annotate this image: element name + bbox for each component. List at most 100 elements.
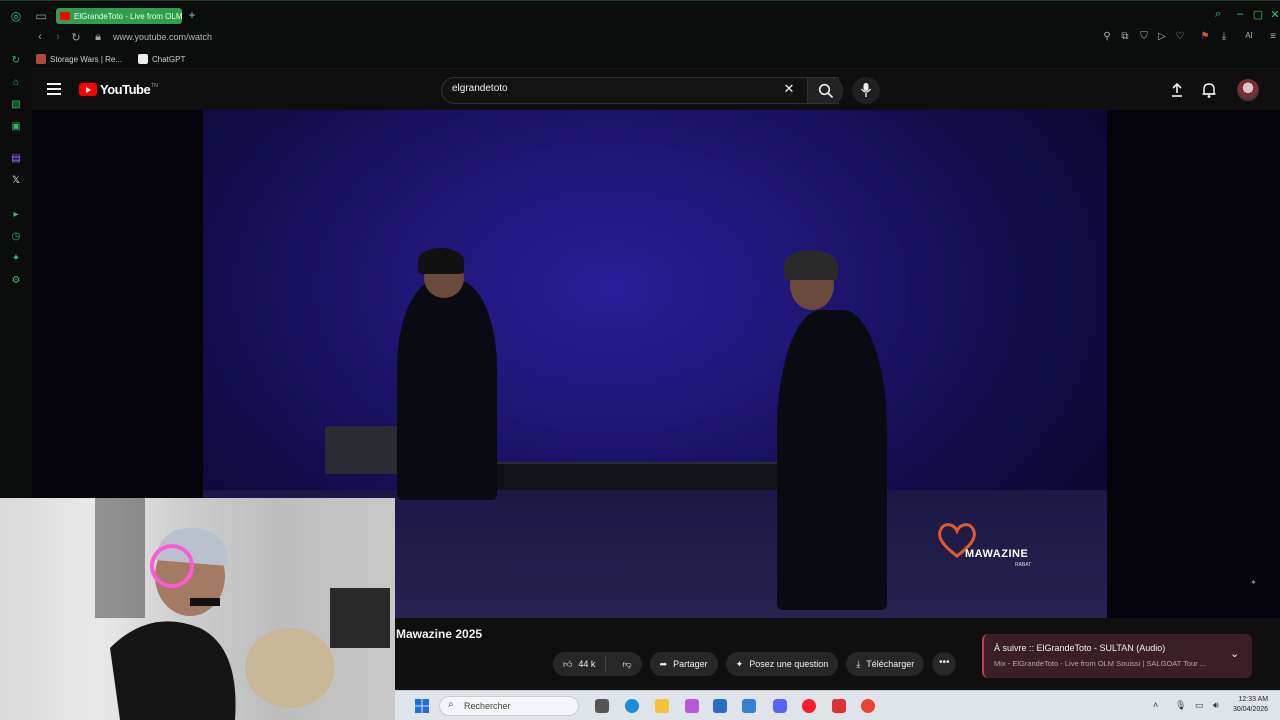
new-tab-button[interactable]: + bbox=[186, 8, 198, 22]
download-label: Télécharger bbox=[866, 659, 915, 669]
extension-icon[interactable]: ⚑ bbox=[1198, 31, 1212, 42]
outlook-icon[interactable] bbox=[742, 699, 756, 713]
region-code: TN bbox=[151, 82, 158, 89]
voice-search-button[interactable] bbox=[852, 77, 880, 104]
tray-chevron-icon[interactable]: ˄ bbox=[1153, 700, 1158, 710]
browser-tab-bar: ◎ ▭ ElGrandeToto - Live from OLM + ⌕ – ▢… bbox=[0, 0, 1280, 30]
up-next-title: À suivre :: ElGrandeToto - SULTAN (Audio… bbox=[994, 643, 1166, 653]
upload-icon[interactable] bbox=[1168, 81, 1186, 99]
reload-icon[interactable]: ↻ bbox=[69, 31, 83, 44]
thumbs-down-icon: 👎︎ bbox=[622, 658, 632, 669]
search-box[interactable] bbox=[441, 77, 839, 104]
workspaces-icon[interactable]: ▭ bbox=[34, 9, 48, 23]
chevron-down-icon[interactable]: ⌄ bbox=[1230, 647, 1239, 660]
dj-left-cap bbox=[418, 248, 464, 274]
close-window-icon[interactable]: ✕ bbox=[1268, 8, 1280, 21]
ask-question-button[interactable]: ✦ Posez une question bbox=[725, 652, 839, 676]
search-button[interactable] bbox=[807, 77, 843, 104]
address-bar-row: ‹ › ↻ 🔒︎ www.youtube.com/watch ⚲ ⧉ ⛉ ▷ ♡… bbox=[0, 28, 1280, 48]
back-icon[interactable]: ‹ bbox=[33, 31, 47, 43]
play-panel-icon[interactable]: ▸ bbox=[9, 208, 23, 222]
thumbs-up-icon: 👍︎ bbox=[563, 658, 573, 669]
mic-tray-icon[interactable]: 🎙︎ bbox=[1175, 700, 1186, 711]
download-arrow-icon: ⤓ bbox=[856, 658, 861, 669]
bookmark-storage-wars[interactable]: Storage Wars | Re... bbox=[36, 54, 122, 64]
twitch-icon[interactable]: ▤ bbox=[9, 152, 23, 166]
notifications-icon[interactable] bbox=[1200, 81, 1218, 99]
share-label: Partager bbox=[673, 659, 708, 669]
clear-search-icon[interactable]: ✕ bbox=[782, 80, 796, 98]
sparkle-icon: ✦ bbox=[735, 658, 744, 669]
messenger-icon[interactable]: ▣ bbox=[9, 120, 23, 134]
task-view-icon[interactable] bbox=[595, 699, 609, 713]
bookmark-chatgpt[interactable]: ChatGPT bbox=[138, 54, 185, 64]
download-button[interactable]: ⤓ Télécharger bbox=[846, 652, 925, 676]
clock[interactable]: 12:33 AM 30/04/2026 bbox=[1233, 695, 1268, 715]
screenshot-icon[interactable]: ⧉ bbox=[1118, 31, 1132, 42]
channel-watermark[interactable]: ✦ bbox=[1250, 578, 1257, 587]
history-icon[interactable]: ◷ bbox=[9, 230, 23, 244]
browser-logo-icon[interactable]: ◎ bbox=[9, 9, 23, 23]
bookmark-label: Storage Wars | Re... bbox=[50, 54, 123, 64]
player-icon[interactable]: ▷ bbox=[1155, 31, 1169, 42]
opera-icon[interactable] bbox=[802, 699, 816, 713]
x-icon[interactable]: 𝕏 bbox=[9, 174, 23, 188]
youtube-logo[interactable]: YouTube TN bbox=[79, 82, 158, 97]
mic-icon bbox=[860, 83, 872, 97]
taskbar-search[interactable]: ⌕ Rechercher bbox=[439, 696, 579, 716]
chrome-icon[interactable] bbox=[861, 699, 875, 713]
search-input[interactable] bbox=[452, 83, 772, 94]
download-icon[interactable]: ⤓ bbox=[1217, 31, 1231, 42]
windows-start-icon[interactable] bbox=[415, 699, 429, 713]
pin-icon[interactable]: ⚲ bbox=[1100, 31, 1114, 42]
mawazine-city: RABAT bbox=[1015, 562, 1032, 568]
minimize-icon[interactable]: – bbox=[1233, 8, 1247, 20]
bookmark-favicon-icon bbox=[36, 54, 46, 64]
screen: ◎ ▭ ElGrandeToto - Live from OLM + ⌕ – ▢… bbox=[0, 0, 1280, 720]
search-icon bbox=[818, 83, 834, 99]
windows-taskbar: ⌕ Rechercher ˄ 🎙︎ ▭ 🔊︎ 12:33 AM 30/04/20… bbox=[395, 690, 1280, 720]
dj-left bbox=[397, 280, 497, 500]
guide-menu-icon[interactable] bbox=[47, 83, 61, 95]
volume-icon[interactable]: 🔊︎ bbox=[1213, 700, 1219, 711]
maximize-icon[interactable]: ▢ bbox=[1251, 8, 1265, 21]
tab-youtube[interactable]: ElGrandeToto - Live from OLM bbox=[56, 8, 182, 24]
lock-icon: 🔒︎ bbox=[95, 31, 101, 43]
settings-icon[interactable]: ⚙ bbox=[9, 274, 23, 288]
more-actions-icon[interactable]: ••• bbox=[932, 652, 957, 676]
edge-icon[interactable] bbox=[625, 699, 639, 713]
taskbar-search-icon: ⌕ bbox=[448, 699, 454, 710]
copilot-icon[interactable] bbox=[685, 699, 699, 713]
gamepad-icon[interactable]: ▧ bbox=[9, 98, 23, 112]
network-icon[interactable]: ▭ bbox=[1195, 700, 1204, 711]
discord-icon[interactable] bbox=[773, 699, 787, 713]
like-count: 44 k bbox=[578, 659, 596, 669]
dj-right bbox=[777, 310, 887, 610]
mawazine-logo: MAWAZINE RABAT bbox=[937, 522, 1047, 572]
like-dislike-group: 👍︎ 44 k 👎︎ bbox=[553, 652, 642, 676]
extensions-icon[interactable]: ✦ bbox=[9, 252, 23, 266]
app-icon[interactable] bbox=[832, 699, 846, 713]
store-icon[interactable] bbox=[713, 699, 727, 713]
ask-label: Posez une question bbox=[749, 659, 829, 669]
address-input[interactable]: www.youtube.com/watch bbox=[113, 32, 212, 42]
share-button[interactable]: ➦ Partager bbox=[649, 652, 718, 676]
dislike-button[interactable]: 👎︎ bbox=[612, 659, 641, 670]
bot-icon[interactable]: ⌂ bbox=[9, 76, 23, 90]
youtube-favicon-icon bbox=[60, 12, 70, 20]
like-button[interactable]: 👍︎ 44 k bbox=[553, 656, 607, 672]
search-tabs-icon[interactable]: ⌕ bbox=[1211, 8, 1225, 21]
chatgpt-icon bbox=[138, 54, 148, 64]
up-next-card[interactable]: À suivre :: ElGrandeToto - SULTAN (Audio… bbox=[982, 634, 1252, 678]
ai-button[interactable]: AI bbox=[1238, 31, 1260, 40]
forward-icon[interactable]: › bbox=[51, 31, 65, 43]
heart-icon[interactable]: ♡ bbox=[1173, 31, 1187, 42]
menu-icon[interactable]: ≡ bbox=[1266, 31, 1280, 42]
shield-icon[interactable]: ⛉ bbox=[1137, 31, 1151, 42]
clock-date: 30/04/2026 bbox=[1233, 706, 1269, 713]
refresh-panel-icon[interactable]: ↻ bbox=[9, 54, 23, 68]
account-avatar[interactable] bbox=[1237, 79, 1259, 101]
file-explorer-icon[interactable] bbox=[655, 699, 669, 713]
youtube-wordmark: YouTube bbox=[100, 82, 151, 97]
dj-right-beanie bbox=[784, 250, 838, 280]
